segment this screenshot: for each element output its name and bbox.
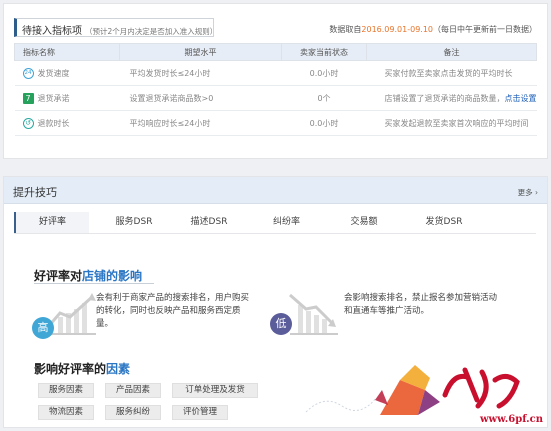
factor-logistics[interactable]: 物流因素: [38, 405, 94, 420]
table-row: 7 退货承诺 设置退货承诺商品数>0 0个 店铺设置了退货承诺的商品数量，点击设置: [14, 85, 537, 111]
data-update-note: （每日中午更新前一日数据）: [433, 25, 537, 34]
indicators-table: 指标名称 期望水平 卖家当前状态 备注 24 发货速度 平均发货时长≤24小时 0…: [14, 43, 537, 136]
decorative-dots: [305, 397, 377, 413]
watermark-url: www.6pf.cn: [479, 414, 543, 425]
impact-title: 好评率对店铺的影响: [34, 267, 142, 284]
data-source: 数据取自2016.09.01-09.10（每日中午更新前一日数据）: [329, 24, 537, 35]
row-note-cell: 店铺设置了退货承诺的商品数量，点击设置: [366, 85, 537, 111]
row-expected: 平均响应时长≤24小时: [119, 110, 282, 136]
tab-transaction-volume[interactable]: 交易额: [334, 212, 394, 233]
indicators-title: 待接入指标项 （预计2个月内决定是否加入准入规则）: [14, 18, 218, 37]
factor-order-shipping[interactable]: 订单处理及发货: [172, 383, 258, 398]
factor-product[interactable]: 产品因素: [105, 383, 161, 398]
row-expected: 设置退货承诺商品数>0: [119, 85, 282, 111]
data-date-range: 2016.09.01-09.10: [361, 25, 433, 34]
row-note: 店铺设置了退货承诺的商品数量，: [384, 93, 505, 103]
col-header-status: 卖家当前状态: [281, 43, 367, 61]
impact-title-pre: 好评率对: [34, 269, 83, 283]
table-row: 24 发货速度 平均发货时长≤24小时 0.0小时 买家付款至卖家点击发货的平均时…: [14, 60, 537, 86]
tab-service-dsr[interactable]: 服务DSR: [99, 212, 169, 233]
table-row: ↺ 退款时长 平均响应时长≤24小时 0.0小时 买家发起退款至卖家首次响应的平均…: [14, 110, 537, 136]
indicators-title-text: 待接入指标项: [22, 26, 82, 37]
row-name: 退款时长: [37, 118, 70, 128]
indicators-subtitle: （预计2个月内决定是否加入准入规则）: [85, 27, 218, 36]
high-badge: 高: [32, 317, 54, 339]
24-hour-icon: 24: [22, 67, 34, 79]
factors-title-highlight: 因素: [106, 362, 131, 376]
row-name: 发货速度: [37, 68, 70, 78]
low-impact-text: 会影响搜索排名，禁止报名参加营销活动和直通车等推广活动。: [344, 293, 498, 316]
table-header-row: 指标名称 期望水平 卖家当前状态 备注: [14, 43, 537, 61]
data-source-label: 数据取自: [329, 25, 362, 34]
tips-title: 提升技巧: [13, 186, 57, 199]
indicators-header: 待接入指标项 （预计2个月内决定是否加入准入规则） 数据取自2016.09.01-…: [14, 18, 537, 38]
row-name: 退货承诺: [37, 93, 70, 103]
col-header-note: 备注: [366, 43, 537, 61]
setup-link[interactable]: 点击设置: [505, 94, 537, 103]
falling-chart-icon: [284, 287, 344, 337]
factor-service-dispute[interactable]: 服务纠纷: [105, 405, 161, 420]
row-expected: 平均发货时长≤24小时: [119, 60, 282, 86]
row-note: 买家发起退款至卖家首次响应的平均时间: [366, 110, 537, 136]
row-status: 0个: [281, 85, 367, 111]
tab-shipping-dsr[interactable]: 发货DSR: [409, 212, 479, 233]
factors-title: 影响好评率的因素: [34, 360, 130, 377]
site-watermark-logo: www.6pf.cn: [370, 360, 545, 425]
seven-day-return-icon: 7: [22, 92, 34, 104]
tips-tabs: 好评率 服务DSR 描述DSR 纠纷率 交易额 发货DSR: [14, 212, 536, 234]
tab-description-dsr[interactable]: 描述DSR: [174, 212, 244, 233]
row-name-cell: 7 退货承诺: [14, 85, 120, 111]
tab-good-rate[interactable]: 好评率: [14, 212, 89, 233]
row-name-cell: ↺ 退款时长: [14, 110, 120, 136]
low-badge: 低: [270, 313, 292, 335]
factors-title-pre: 影响好评率的: [34, 362, 107, 376]
high-impact-text: 会有利于商家产品的搜索排名，用户购买的转化，同时也反映产品和服务西定质量。: [96, 293, 250, 329]
row-name-cell: 24 发货速度: [14, 60, 120, 86]
factor-review-management[interactable]: 评价管理: [172, 405, 228, 420]
tips-header: 提升技巧 更多 ›: [4, 177, 547, 204]
col-header-expected: 期望水平: [119, 43, 282, 61]
impact-title-underline: [34, 283, 154, 284]
row-status: 0.0小时: [281, 110, 367, 136]
more-link[interactable]: 更多 ›: [518, 187, 538, 198]
row-status: 0.0小时: [281, 60, 367, 86]
row-note: 买家付款至卖家点击发货的平均时长: [366, 60, 537, 86]
impact-title-highlight: 店铺的影响: [82, 269, 143, 283]
col-header-name: 指标名称: [14, 43, 120, 61]
tab-dispute-rate[interactable]: 纠纷率: [254, 212, 319, 233]
refund-clock-icon: ↺: [22, 117, 34, 129]
indicators-panel: 待接入指标项 （预计2个月内决定是否加入准入规则） 数据取自2016.09.01-…: [3, 3, 548, 159]
factor-service[interactable]: 服务因素: [38, 383, 94, 398]
